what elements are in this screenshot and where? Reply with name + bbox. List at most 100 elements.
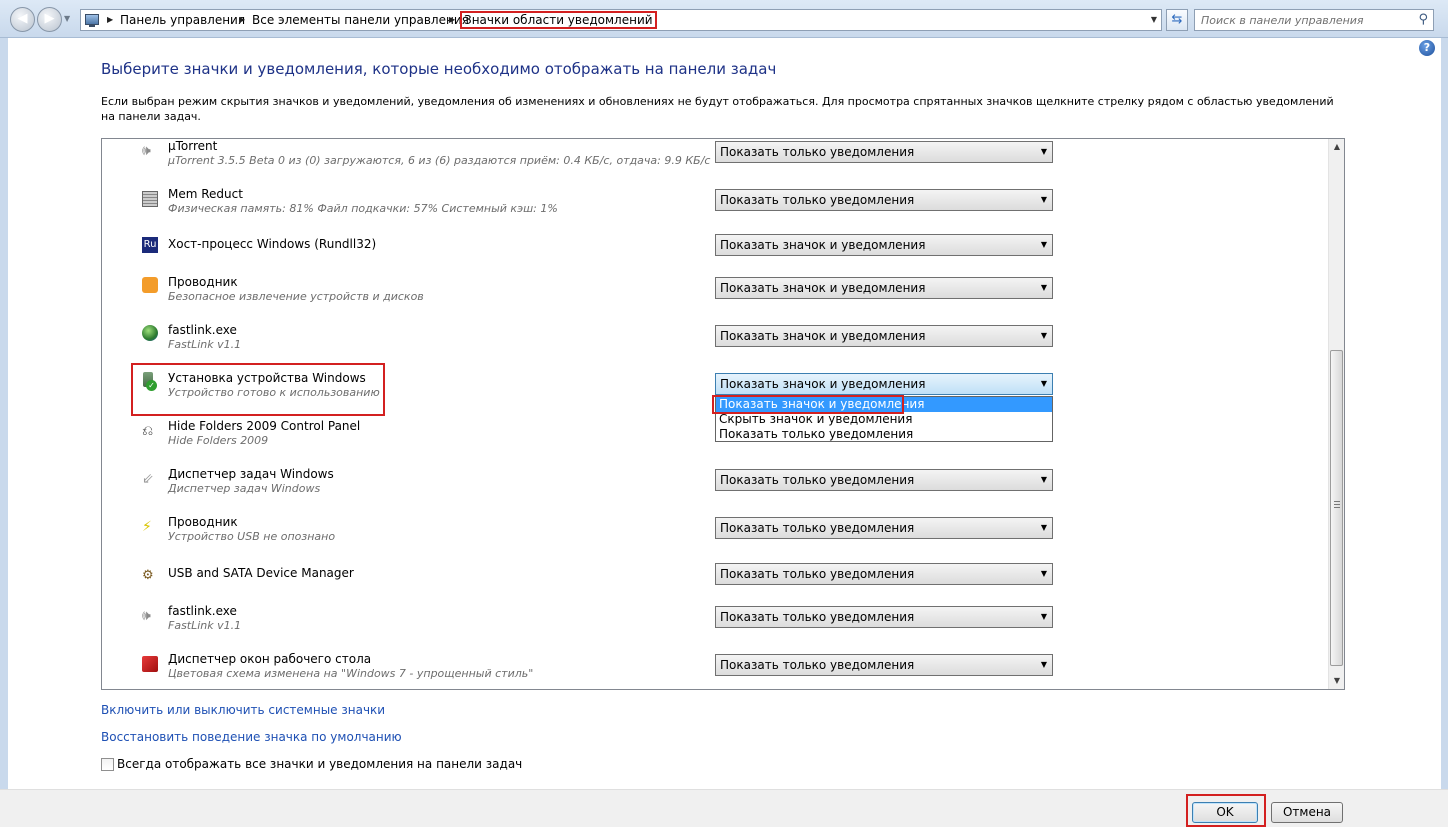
address-toolbar: ◀ ▶ ▼ ▶ Панель управления ▶ Все элементы… (0, 0, 1448, 38)
dropdown-arrow-icon: ▼ (1040, 331, 1047, 340)
refresh-button[interactable]: ⇆ (1166, 9, 1188, 31)
plug-icon: ⎌ (142, 423, 154, 439)
window-frame-left (0, 38, 8, 789)
row-description: Физическая память: 81% Файл подкачки: 57… (168, 202, 558, 215)
dropdown-arrow-icon: ▼ (1040, 240, 1047, 249)
system-icons-link[interactable]: Включить или выключить системные значки (101, 703, 385, 717)
row-description: µTorrent 3.5.5 Beta 0 из (0) загружаются… (168, 154, 711, 167)
row-name: Диспетчер задач Windows (168, 467, 334, 481)
behavior-dropdown-list: Показать значок и уведомления Скрыть зна… (712, 395, 1053, 442)
dropdown-arrow-icon: ▼ (1040, 283, 1047, 292)
row-name: Проводник (168, 515, 238, 529)
breadcrumb-all-items[interactable]: Все элементы панели управления (252, 13, 469, 27)
scroll-down-icon[interactable]: ▼ (1329, 673, 1344, 689)
notification-icons-list: 🕪 µTorrent µTorrent 3.5.5 Beta 0 из (0) … (101, 138, 1345, 690)
usb-device-ok-icon (143, 372, 157, 391)
behavior-select[interactable]: Показать только уведомления ▼ (715, 606, 1053, 628)
dropdown-option-hide[interactable]: Скрыть значок и уведомления (716, 412, 1052, 427)
arrow-right-icon: ▶ (44, 11, 55, 26)
behavior-select[interactable]: Показать только уведомления ▼ (715, 469, 1053, 491)
row-name: Диспетчер окон рабочего стола (168, 652, 372, 666)
select-value: Показать только уведомления (720, 610, 915, 624)
help-icon[interactable]: ? (1419, 40, 1435, 56)
scroll-thumb[interactable] (1330, 350, 1343, 666)
list-item: Диспетчер окон рабочего стола Цветовая с… (102, 652, 1328, 689)
explorer-icon (142, 277, 158, 293)
task-manager-icon: ⇙ (142, 471, 154, 487)
row-name: Hide Folders 2009 Control Panel (168, 419, 361, 433)
address-bar[interactable]: ▶ Панель управления ▶ Все элементы панел… (80, 9, 1162, 31)
speaker-icon: 🕪 (142, 608, 151, 624)
search-icon[interactable]: ⚲ (1418, 12, 1428, 27)
forward-button[interactable]: ▶ (37, 7, 62, 32)
always-show-label[interactable]: Всегда отображать все значки и уведомлен… (117, 757, 522, 771)
list-item: 🕪 µTorrent µTorrent 3.5.5 Beta 0 из (0) … (102, 139, 1328, 187)
behavior-select[interactable]: Показать только уведомления ▼ (715, 563, 1053, 585)
history-dropdown-icon[interactable]: ▼ (64, 14, 70, 23)
select-value: Показать значок и уведомления (720, 329, 926, 343)
scroll-up-icon[interactable]: ▲ (1329, 139, 1344, 155)
row-name: fastlink.exe (168, 323, 237, 337)
row-description: Цветовая схема изменена на "Windows 7 - … (168, 667, 534, 680)
behavior-select[interactable]: Показать значок и уведомления ▼ (715, 234, 1053, 256)
arrow-left-icon: ◀ (17, 11, 28, 26)
cancel-button[interactable]: Отмена (1271, 802, 1343, 823)
dropdown-option-show-all[interactable]: Показать значок и уведомления (712, 395, 1052, 414)
row-description: Hide Folders 2009 (168, 434, 269, 447)
refresh-icon: ⇆ (1171, 12, 1183, 27)
computer-icon (85, 14, 99, 27)
breadcrumb-arrow-icon[interactable]: ▶ (107, 15, 113, 24)
behavior-select[interactable]: Показать значок и уведомления ▼ (715, 277, 1053, 299)
select-value: Показать только уведомления (720, 473, 915, 487)
behavior-select[interactable]: Показать только уведомления ▼ (715, 517, 1053, 539)
chip-icon: ⚙ (142, 568, 154, 583)
select-value: Показать только уведомления (720, 193, 915, 207)
grip-icon (1334, 501, 1340, 508)
select-value: Показать только уведомления (720, 567, 915, 581)
breadcrumb-notification-icons[interactable]: Значки области уведомлений (460, 11, 657, 29)
dwm-icon (142, 656, 158, 672)
select-value: Показать только уведомления (720, 521, 915, 535)
row-name: USB and SATA Device Manager (168, 566, 354, 580)
vertical-scrollbar[interactable]: ▲ ▼ (1328, 139, 1344, 689)
dropdown-arrow-icon: ▼ (1040, 612, 1047, 621)
button-bar: OK Отмена (0, 789, 1448, 827)
speaker-icon: 🕪 (142, 143, 151, 159)
row-description: Безопасное извлечение устройств и дисков (168, 290, 424, 303)
select-value: Показать только уведомления (720, 145, 915, 159)
behavior-select[interactable]: Показать только уведомления ▼ (715, 189, 1053, 211)
row-name: µTorrent (168, 139, 218, 153)
dropdown-arrow-icon: ▼ (1040, 569, 1047, 578)
select-value: Показать значок и уведомления (720, 238, 926, 252)
breadcrumb-arrow-icon[interactable]: ▶ (449, 15, 455, 24)
row-description: FastLink v1.1 (168, 338, 242, 351)
back-button[interactable]: ◀ (10, 7, 35, 32)
breadcrumb-control-panel[interactable]: Панель управления (120, 13, 245, 27)
ru-language-icon: Ru (142, 237, 158, 253)
behavior-select[interactable]: Показать только уведомления ▼ (715, 141, 1053, 163)
search-input[interactable] (1201, 12, 1411, 28)
behavior-select[interactable]: Показать только уведомления ▼ (715, 654, 1053, 676)
select-value: Показать значок и уведомления (720, 281, 926, 295)
select-value: Показать значок и уведомления (720, 377, 926, 391)
row-description: Диспетчер задач Windows (168, 482, 321, 495)
list-item: Mem Reduct Физическая память: 81% Файл п… (102, 187, 1328, 235)
ok-button[interactable]: OK (1192, 802, 1258, 823)
list-item: ⇙ Диспетчер задач Windows Диспетчер зада… (102, 467, 1328, 515)
address-dropdown-icon[interactable]: ▼ (1151, 15, 1157, 24)
dropdown-option-notifications-only[interactable]: Показать только уведомления (716, 427, 1052, 442)
breadcrumb-arrow-icon[interactable]: ▶ (239, 15, 245, 24)
row-name: Установка устройства Windows (168, 371, 366, 385)
always-show-checkbox[interactable] (101, 758, 114, 771)
dropdown-arrow-icon: ▼ (1040, 147, 1047, 156)
behavior-select[interactable]: Показать значок и уведомления ▼ (715, 325, 1053, 347)
dropdown-arrow-icon: ▼ (1040, 523, 1047, 532)
restore-default-link[interactable]: Восстановить поведение значка по умолчан… (101, 730, 402, 744)
globe-icon (142, 325, 158, 341)
row-name: Mem Reduct (168, 187, 243, 201)
dropdown-arrow-icon: ▼ (1040, 475, 1047, 484)
behavior-select-open[interactable]: Показать значок и уведомления ▼ (715, 373, 1053, 395)
row-description: FastLink v1.1 (168, 619, 242, 632)
select-value: Показать только уведомления (720, 658, 915, 672)
search-box[interactable]: ⚲ (1194, 9, 1434, 31)
